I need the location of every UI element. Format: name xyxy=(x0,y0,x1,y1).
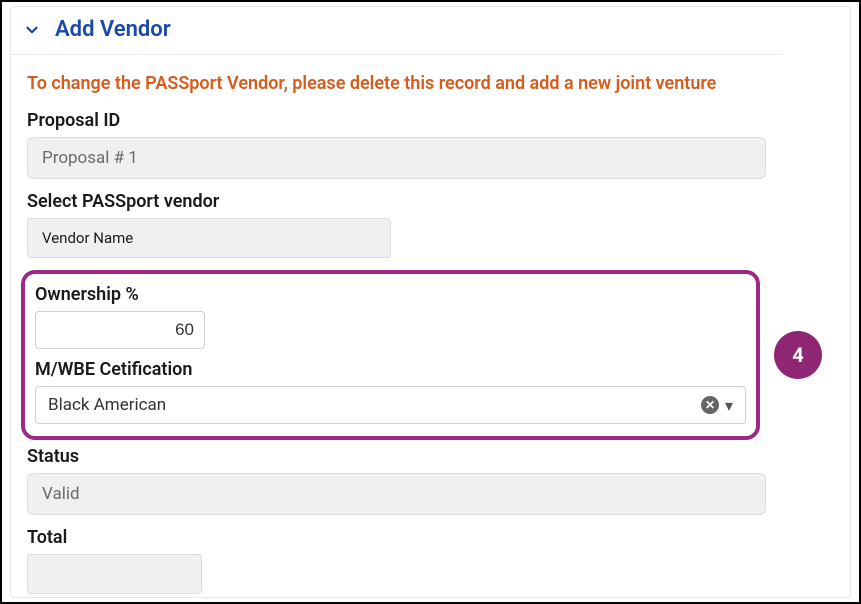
proposal-id-group: Proposal ID Proposal # 1 xyxy=(21,104,772,185)
clear-icon[interactable]: ✕ xyxy=(701,396,719,414)
cert-label: M/WBE Cetification xyxy=(35,359,746,380)
ownership-group: Ownership % xyxy=(35,282,746,357)
warning-message: To change the PASSport Vendor, please de… xyxy=(21,55,772,104)
total-group: Total xyxy=(21,521,772,600)
status-input: Valid xyxy=(27,473,766,515)
step-badge: 4 xyxy=(774,331,822,379)
proposal-id-label: Proposal ID xyxy=(27,110,766,131)
chevron-down-icon xyxy=(23,21,41,39)
vendor-group: Select PASSport vendor Vendor Name xyxy=(21,185,772,264)
cert-group: M/WBE Cetification Black American ✕ ▾ xyxy=(35,357,746,426)
panel-body: To change the PASSport Vendor, please de… xyxy=(11,55,782,600)
caret-down-icon: ▾ xyxy=(725,396,733,415)
status-label: Status xyxy=(27,446,766,467)
total-label: Total xyxy=(27,527,766,548)
proposal-id-input: Proposal # 1 xyxy=(27,137,766,179)
add-vendor-panel: Add Vendor To change the PASSport Vendor… xyxy=(10,6,851,598)
panel-header[interactable]: Add Vendor xyxy=(11,7,782,55)
total-input[interactable] xyxy=(27,554,202,594)
ownership-label: Ownership % xyxy=(35,284,746,305)
status-group: Status Valid xyxy=(21,440,772,521)
panel-title: Add Vendor xyxy=(55,17,171,42)
ownership-input[interactable] xyxy=(35,311,205,349)
vendor-input[interactable]: Vendor Name xyxy=(27,218,391,258)
screenshot-frame: Add Vendor To change the PASSport Vendor… xyxy=(0,0,861,604)
highlighted-section: Ownership % M/WBE Cetification Black Ame… xyxy=(21,270,760,440)
cert-dropdown[interactable]: Black American ✕ ▾ xyxy=(35,386,746,424)
cert-value: Black American xyxy=(48,395,701,415)
vendor-label: Select PASSport vendor xyxy=(27,191,766,212)
